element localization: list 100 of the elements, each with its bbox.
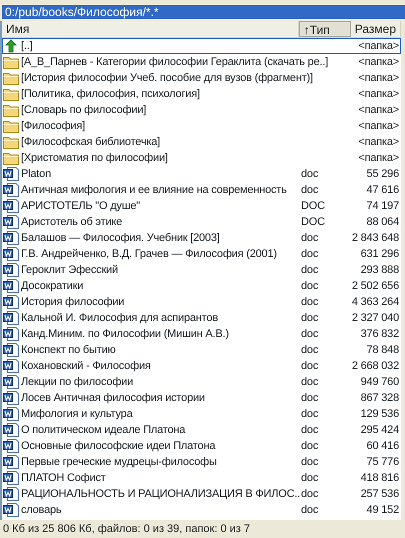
file-type: DOC [300, 200, 326, 212]
word-document-icon [3, 423, 19, 437]
file-name: [История философии Учеб. пособие для вузов (фрагмент)] [21, 72, 314, 84]
status-text: 0 Кб из 25 806 Кб, файлов: 0 из 39, папок: 0 из 7 [2, 522, 252, 537]
file-row[interactable]: [История философии Учеб. пособие для вузов (фрагмент)] <папка> [2, 70, 401, 86]
file-name: АРИСТОТЕЛЬ "О душе" [21, 200, 141, 212]
file-row[interactable]: Мифология и культура doc 129 536 [2, 406, 401, 422]
file-name: [Философская библиотечка] [21, 136, 162, 148]
word-document-icon [3, 471, 19, 485]
file-size: 867 328 [360, 392, 400, 404]
file-size: 2 327 040 [350, 312, 400, 324]
file-name: Канд.Миним. по Философии (Мишин А.В.) [21, 328, 230, 340]
file-row[interactable]: Лосев Античная философия истории doc 867 328 [2, 390, 401, 406]
file-type: DOC [300, 216, 326, 228]
file-size: 293 888 [360, 264, 400, 276]
file-type: doc [300, 408, 320, 420]
file-type: doc [300, 280, 320, 292]
file-type: doc [300, 488, 320, 500]
file-row[interactable]: [Философская библиотечка] <папка> [2, 134, 401, 150]
file-row[interactable]: [А_В_Парнев - Категории философии Гераклита (скачать ре..] <папка> [2, 54, 401, 70]
file-row[interactable]: Первые греческие мудрецы-философы doc 75 776 [2, 454, 401, 470]
word-document-icon [3, 247, 19, 261]
file-name: Кохановский - Философия [21, 360, 152, 372]
file-type: doc [300, 440, 320, 452]
file-row[interactable]: [Словарь по философии] <папка> [2, 102, 401, 118]
file-size: 88 064 [366, 216, 400, 228]
file-name: словарь [21, 504, 62, 516]
file-row[interactable]: Героклит Эфесский doc 293 888 [2, 262, 401, 278]
word-document-icon [3, 231, 19, 245]
file-type: doc [300, 424, 320, 436]
folder-icon [3, 103, 19, 117]
column-header[interactable]: Размер [350, 21, 401, 37]
file-name: Г.В. Андрейченко, В.Д. Грачев — Философия (2001) [21, 248, 278, 260]
file-type: doc [300, 168, 320, 180]
folder-icon [3, 151, 19, 165]
file-row[interactable]: [Христоматия по философии] <папка> [2, 150, 401, 166]
word-document-icon [3, 263, 19, 277]
file-type: doc [300, 360, 320, 372]
word-document-icon [3, 375, 19, 389]
word-document-icon [3, 183, 19, 197]
file-row[interactable]: РАЦИОНАЛЬНОСТЬ И РАЦИОНАЛИЗАЦИЯ В ФИЛОС..doc 257 536 [2, 486, 401, 502]
file-row[interactable]: словарь doc 49 152 [2, 502, 401, 518]
word-document-icon [3, 215, 19, 229]
file-row[interactable]: АРИСТОТЕЛЬ "О душе" DOC 74 197 [2, 198, 401, 214]
file-row[interactable]: Кальной И. Философия для аспирантов doc 2 327 040 [2, 310, 401, 326]
file-name: Мифология и культура [21, 408, 134, 420]
word-document-icon [3, 279, 19, 293]
file-row[interactable]: Конспект по бытию doc 78 848 [2, 342, 401, 358]
word-document-icon [3, 359, 19, 373]
file-row[interactable]: Канд.Миним. по Философии (Мишин А.В.) doc 376 832 [2, 326, 401, 342]
file-name: Основные философские идеи Платона [21, 440, 216, 452]
word-document-icon [3, 487, 19, 501]
file-size: 2 843 648 [350, 232, 400, 244]
file-name: Досократики [21, 280, 84, 292]
file-row[interactable]: Аристотель об этике DOC 88 064 [2, 214, 401, 230]
file-type: doc [300, 184, 320, 196]
file-row[interactable]: ПЛАТОН Софист doc 418 816 [2, 470, 401, 486]
file-size: 418 816 [360, 472, 400, 484]
file-row[interactable]: [..] <папка> [2, 38, 401, 54]
file-type: doc [300, 504, 320, 516]
file-row[interactable]: Балашов — Философия. Учебник [2003] doc 2 843 648 [2, 230, 401, 246]
word-document-icon [3, 199, 19, 213]
file-row[interactable]: Основные философские идеи Платона doc 60 416 [2, 438, 401, 454]
file-row[interactable]: История философии doc 4 363 264 [2, 294, 401, 310]
file-name: Лосев Античная философия истории [21, 392, 206, 404]
file-row[interactable]: Platon doc 55 296 [2, 166, 401, 182]
word-document-icon [3, 439, 19, 453]
column-header[interactable]: ↑Тип [298, 21, 351, 37]
word-document-icon [3, 327, 19, 341]
file-row[interactable]: [Философия] <папка> [2, 118, 401, 134]
file-size: 55 296 [366, 168, 400, 180]
file-type: doc [300, 344, 320, 356]
word-document-icon [3, 311, 19, 325]
word-document-icon [3, 503, 19, 517]
file-row[interactable]: Досократики doc 2 502 656 [2, 278, 401, 294]
file-size: <папка> [357, 40, 400, 52]
folder-icon [3, 135, 19, 149]
file-name: [Словарь по философии] [21, 104, 148, 116]
file-row[interactable]: Античная мифология и ее влияние на современность doc 47 616 [2, 182, 401, 198]
folder-icon [3, 71, 19, 85]
file-size: <папка> [357, 120, 400, 132]
file-size: 4 363 264 [350, 296, 400, 308]
folder-icon [3, 119, 19, 133]
file-row[interactable]: [Политика, философия, психология] <папка> [2, 86, 401, 102]
file-type: doc [300, 248, 320, 260]
folder-icon [3, 87, 19, 101]
file-size: 60 416 [366, 440, 400, 452]
file-size: 257 536 [360, 488, 400, 500]
file-size: 74 197 [366, 200, 400, 212]
file-name: [..] [21, 40, 34, 52]
file-row[interactable]: Г.В. Андрейченко, В.Д. Грачев — Философия (2001) doc 631 296 [2, 246, 401, 262]
file-row[interactable]: Лекции по философии doc 949 760 [2, 374, 401, 390]
file-size: 295 424 [360, 424, 400, 436]
file-name: Античная мифология и ее влияние на современность [21, 184, 288, 196]
file-row[interactable]: Кохановский - Философия doc 2 668 032 [2, 358, 401, 374]
file-name: Героклит Эфесский [21, 264, 119, 276]
file-name: [Политика, философия, психология] [21, 88, 201, 100]
file-row[interactable]: О политическом идеале Платона doc 295 424 [2, 422, 401, 438]
path-bar[interactable]: 0:/pub/books/Философия/*.* [2, 5, 405, 19]
file-name: [Христоматия по философии] [21, 152, 169, 164]
